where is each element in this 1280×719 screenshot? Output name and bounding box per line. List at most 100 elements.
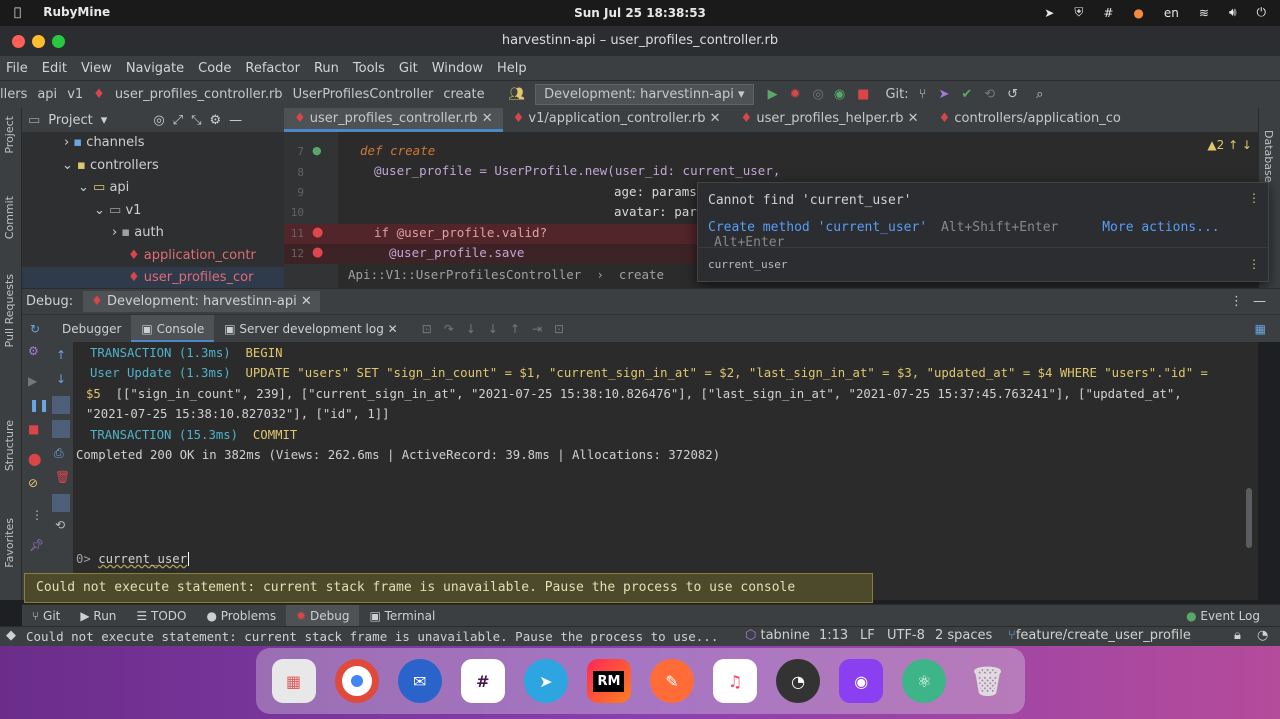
close-tab-icon[interactable]: ✕ (710, 111, 721, 126)
menu-window[interactable]: Window (432, 61, 483, 76)
chrome-icon[interactable] (334, 659, 379, 703)
pull-requests-tool-tab[interactable]: Pull Requests (3, 274, 16, 347)
code-line[interactable]: avatar: par (614, 204, 697, 219)
tab-controllers-application[interactable]: ♦ controllers/application_co (929, 108, 1131, 132)
atom-icon[interactable]: ⚛ (902, 659, 947, 703)
settings-icon[interactable]: ⚙ (28, 344, 39, 358)
run-config-selector[interactable]: Development: harvestinn-api ▾ (535, 84, 754, 105)
soft-wrap-icon[interactable] (52, 396, 70, 414)
console-output[interactable]: TRANSACTION (1.3ms) BEGIN User Update (1… (74, 342, 1258, 600)
settings-icon[interactable]: ⚙ (209, 113, 221, 128)
stop-icon[interactable]: ■ (28, 422, 39, 436)
menu-file[interactable]: File (6, 61, 28, 76)
tab-console[interactable]: ▣ Console (131, 314, 215, 343)
telegram-tray-icon[interactable]: ➤ (1044, 6, 1054, 20)
popup-footer-menu-icon[interactable]: ⋮ (1248, 257, 1260, 271)
step-icons[interactable]: ⊡↷↓↓↑⇥⊡ (422, 322, 576, 336)
project-view-selector[interactable]: Project (48, 113, 92, 128)
search-icon[interactable]: ⌕ (1036, 87, 1043, 102)
menu-navigate[interactable]: Navigate (126, 61, 184, 76)
volume-icon[interactable]: 🔊︎ (1229, 5, 1237, 20)
favorites-tool-tab[interactable]: Favorites (3, 518, 16, 568)
memory-icon[interactable]: ◔ (1257, 628, 1268, 643)
user-icon[interactable]: 👥︎ (509, 87, 526, 102)
scroll-to-end-icon[interactable] (52, 420, 70, 438)
tab-debug[interactable]: ✹ Debug (286, 604, 360, 627)
console-input-line[interactable]: 0> current_user (76, 552, 190, 566)
pin-icon[interactable]: 📌︎ (29, 538, 44, 552)
git-history-icon[interactable]: ⟲ (984, 87, 995, 102)
breadcrumb-controllers[interactable]: llers (0, 87, 27, 102)
tab-problems[interactable]: ● Problems (196, 605, 286, 627)
menu-view[interactable]: View (81, 61, 112, 76)
console-input[interactable]: current_user (98, 552, 187, 566)
resume-icon[interactable]: ▶ (28, 374, 37, 388)
debug-session-tab[interactable]: ♦ Development: harvestinn-api ✕ (83, 291, 320, 312)
breadcrumb-file[interactable]: user_profiles_controller.rb (115, 87, 283, 102)
breadcrumb-method[interactable]: create (443, 87, 484, 102)
debug-options-icon[interactable]: ⋮ (1230, 294, 1243, 309)
clock-icon[interactable]: ◔ (776, 659, 821, 703)
structure-tool-tab[interactable]: Structure (3, 420, 16, 471)
breadcrumb-class[interactable]: UserProfilesController (293, 87, 434, 102)
rollback-icon[interactable]: ↺ (1007, 87, 1018, 102)
lock-icon[interactable]: 🔒︎ (1234, 628, 1241, 643)
code-line[interactable]: age: params (614, 184, 697, 199)
close-tab-icon[interactable]: ✕ (482, 111, 493, 126)
close-window-button[interactable] (12, 35, 25, 48)
menu-tools[interactable]: Tools (353, 61, 385, 76)
pause-icon[interactable]: ❚❚ (29, 398, 49, 412)
trash-icon[interactable]: 🗑︎ (965, 659, 1009, 703)
code-line[interactable]: if @user_profile.valid? (374, 225, 547, 240)
rubymine-icon[interactable]: RM (586, 659, 631, 703)
locate-icon[interactable]: ◎ (153, 113, 164, 128)
maximize-window-button[interactable] (52, 35, 65, 48)
tab-server-log[interactable]: ▣ Server development log ✕ (214, 315, 408, 343)
tree-item-controllers[interactable]: ⌄ ▪ controllers (22, 155, 284, 178)
close-tab-icon[interactable]: ✕ (388, 322, 398, 336)
coverage-icon[interactable]: ◎ (812, 87, 823, 102)
breadcrumb-api[interactable]: api (37, 87, 57, 102)
rerun-icon[interactable]: ↻ (22, 322, 48, 336)
menu-refactor[interactable]: Refactor (245, 61, 300, 76)
tab-run[interactable]: ▶ Run (70, 605, 126, 627)
editor-breadcrumb[interactable]: Api::V1::UserProfilesController › create (348, 267, 664, 282)
telegram-icon[interactable]: ➤ (523, 659, 568, 703)
code-line[interactable]: @user_profile.save (389, 245, 524, 260)
dropdown-chevron-icon[interactable]: ▾ (101, 113, 108, 128)
close-session-icon[interactable]: ✕ (301, 294, 312, 309)
clear-icon[interactable]: 🗑︎ (55, 470, 70, 484)
tab-todo[interactable]: ☰ TODO (126, 605, 196, 627)
scroll-up-icon[interactable]: ↑ (56, 348, 66, 362)
more-actions-link[interactable]: More actions... (1102, 220, 1219, 235)
tab-v1-application-controller[interactable]: ♦ v1/application_controller.rb ✕ (503, 108, 731, 132)
warning-indicator[interactable]: ▲2 ↑ ↓ (1207, 138, 1252, 152)
menu-code[interactable]: Code (198, 61, 231, 76)
event-log-button[interactable]: ● Event Log (1176, 605, 1270, 627)
git-update-icon[interactable]: ⑂ (919, 87, 927, 102)
create-method-action[interactable]: Create method 'current_user' (708, 220, 927, 235)
language-indicator[interactable]: en (1164, 6, 1179, 20)
console-scrollbar[interactable] (1246, 488, 1252, 548)
method-marker-icon[interactable]: ● (312, 144, 322, 157)
hide-panel-icon[interactable]: — (229, 113, 242, 128)
more-icon[interactable]: ⋮ (31, 508, 43, 522)
code-line[interactable]: @user_profile = UserProfile.new(user_id:… (374, 163, 780, 178)
minimize-window-button[interactable] (32, 35, 45, 48)
console-icon[interactable] (52, 494, 70, 512)
git-push-icon[interactable]: ➤ (938, 87, 949, 102)
menu-help[interactable]: Help (497, 61, 527, 76)
tree-item-auth[interactable]: › ▪ auth (22, 222, 284, 245)
git-commit-icon[interactable]: ✔ (961, 87, 972, 102)
breakpoint-icon[interactable]: ● (312, 225, 323, 240)
run-icon[interactable]: ▶ (768, 87, 778, 102)
music-icon[interactable]: ♫ (713, 659, 758, 703)
power-icon[interactable]: ⏻ (1257, 5, 1267, 20)
mute-breakpoints-icon[interactable]: ⊘ (28, 476, 38, 490)
slack-tray-icon[interactable]: # (1103, 6, 1113, 20)
code-line[interactable]: def create (360, 143, 435, 158)
tree-item-v1[interactable]: ⌄ ▭ v1 (22, 200, 284, 223)
tab-user-profiles-controller[interactable]: ♦ user_profiles_controller.rb ✕ (284, 108, 503, 132)
commit-tool-tab[interactable]: Commit (3, 196, 16, 239)
menu-edit[interactable]: Edit (42, 61, 67, 76)
